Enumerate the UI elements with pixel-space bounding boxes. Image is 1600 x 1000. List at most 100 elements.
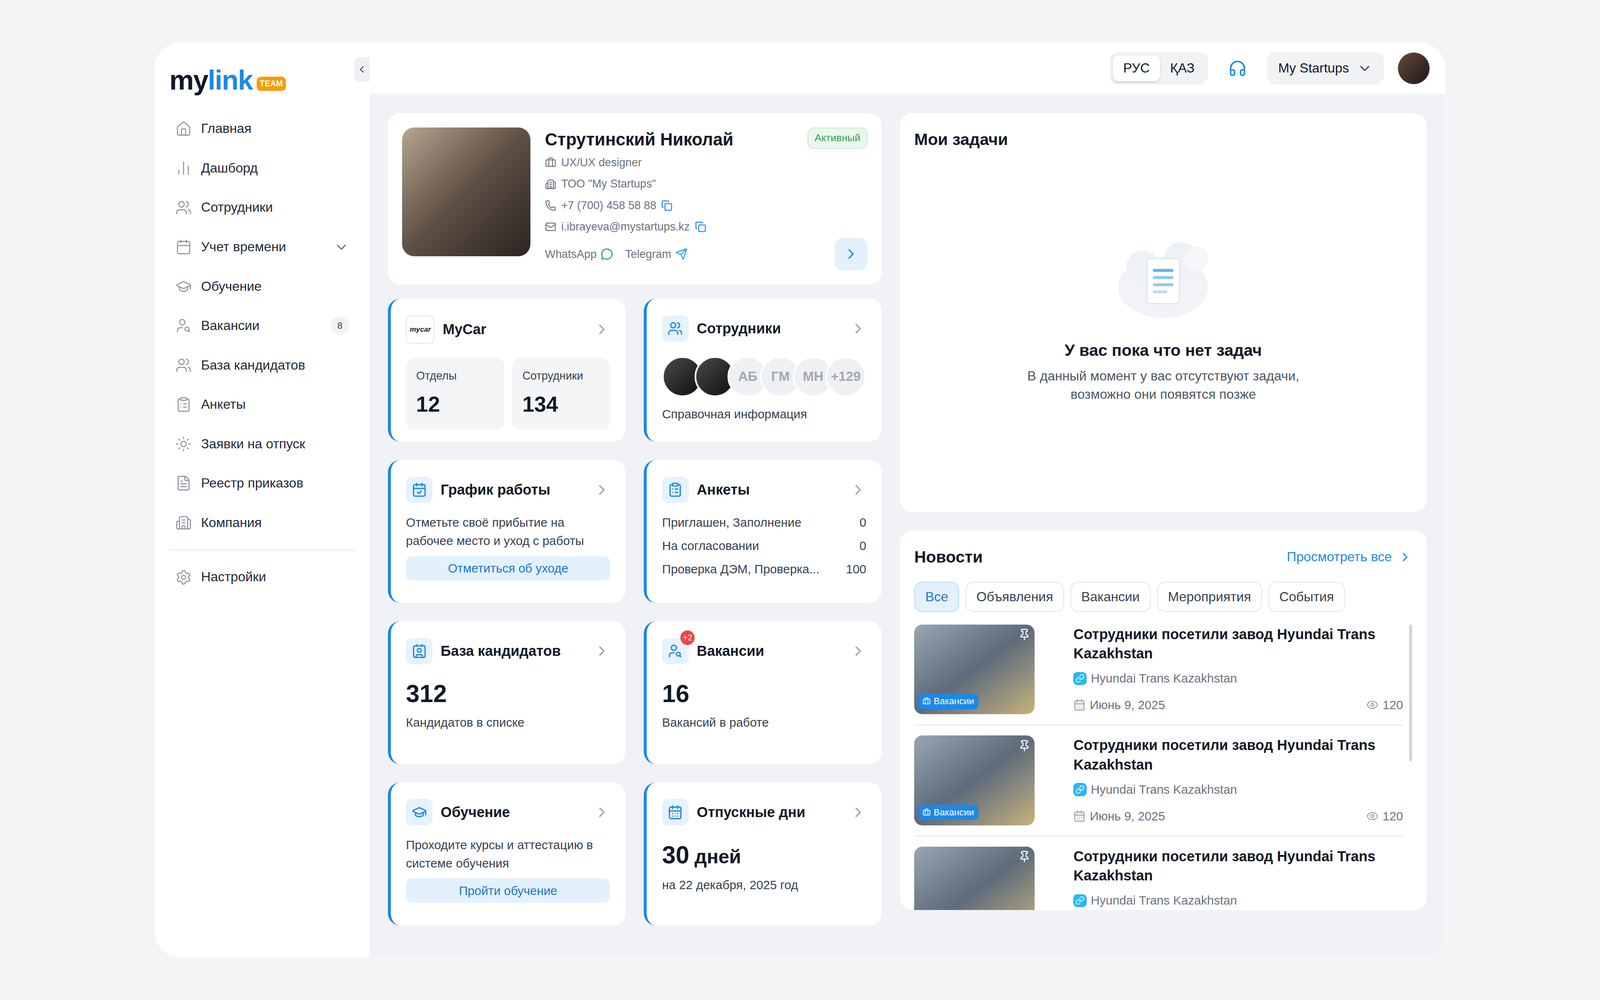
stat-box: Отделы12 [405, 357, 504, 430]
nav-icon [175, 396, 192, 413]
sidebar-divider [169, 549, 356, 551]
empty-title: У вас пока что нет задач [1064, 338, 1263, 363]
sidebar-item[interactable]: Обучение [163, 266, 362, 307]
phone-icon [545, 200, 557, 212]
card-caption: Вакансий в работе [662, 713, 867, 732]
sidebar-item[interactable]: Сотрудники [163, 187, 362, 228]
main-area: РУСҚАЗ My Startups Струтинский НиколайАкти… [369, 42, 1445, 958]
card-symbol-icon [667, 643, 683, 659]
filter-chip[interactable]: События [1268, 581, 1345, 613]
dashboard-card[interactable]: База кандидатов312Кандидатов в списке [387, 621, 626, 765]
news-item[interactable]: Сотрудники посетили завод Hyundai Trans … [914, 846, 1403, 911]
card-caption: на 22 декабря, 2025 год [662, 875, 867, 895]
filter-chip[interactable]: Все [914, 581, 960, 613]
filter-chip[interactable]: Мероприятия [1157, 581, 1263, 613]
news-panel: НовостиПросмотреть всеВсеОбъявленияВакан… [900, 530, 1427, 910]
sidebar-item[interactable]: Компания [163, 502, 362, 543]
sidebar-item[interactable]: Вакансии8 [163, 306, 362, 346]
view-all-link[interactable]: Просмотреть все [1286, 547, 1413, 568]
dashboard-card[interactable]: +2Вакансии16Вакансий в работе [643, 621, 882, 765]
headphones-icon[interactable] [1228, 59, 1247, 78]
chevron-right-icon[interactable] [850, 320, 867, 337]
card-header: График работы [405, 476, 610, 504]
nav-icon [175, 160, 192, 177]
briefcase-icon [545, 157, 557, 169]
nav-icon [175, 514, 192, 531]
news-source: Hyundai Trans Kazakhstan [1073, 891, 1403, 910]
sidebar-item[interactable]: Заявки на отпуск [163, 424, 362, 464]
card-symbol-icon [667, 804, 683, 820]
nav-icon [175, 475, 192, 492]
chevron-right-icon[interactable] [593, 804, 610, 821]
card-title: График работы [440, 479, 586, 501]
card-header: Сотрудники [662, 315, 867, 343]
nav-icon [175, 278, 192, 295]
chevron-right-icon[interactable] [593, 642, 610, 660]
company-dropdown[interactable]: My Startups [1267, 52, 1384, 85]
dashboard-card[interactable]: Отпускные дни30днейна 22 декабря, 2025 г… [643, 782, 882, 926]
profile-photo [402, 127, 531, 257]
news-title: Новости [914, 545, 983, 570]
card-icon [662, 476, 689, 504]
briefcase-icon [922, 808, 931, 817]
sidebar-item[interactable]: Учет времени [163, 227, 362, 268]
card-title: База кандидатов [440, 640, 586, 662]
news-date: Июнь 9, 2025 [1073, 695, 1165, 715]
profile-card: Струтинский НиколайАктивныйUX/UX designe… [387, 113, 882, 285]
cards-grid: mycarMyCarОтделы12Сотрудники134Сотрудник… [387, 298, 882, 926]
filter-chip[interactable]: Вакансии [1070, 581, 1151, 613]
logo: mylinkTEAM [155, 42, 370, 96]
dashboard-card[interactable]: График работы Отметьте своё прибытие на р… [387, 460, 626, 603]
sidebar-item[interactable]: Реестр приказов [163, 463, 362, 504]
collapse-button[interactable] [354, 57, 370, 82]
sidebar-item[interactable]: База кандидатов [163, 345, 362, 385]
card-value: 16 [662, 678, 867, 709]
page: mylinkTEAMГлавнаяДашбордСотрудникиУчет в… [0, 0, 1600, 1000]
chevron-right-icon[interactable] [850, 642, 867, 660]
profile-email: i.ibrayeva@mystartups.kz [545, 216, 868, 238]
chevron-right-icon[interactable] [850, 804, 867, 821]
news-image [914, 846, 1035, 911]
news-source: Hyundai Trans Kazakhstan [1073, 669, 1403, 688]
dashboard-card[interactable]: АнкетыПриглашен, Заполнение0На согласова… [643, 460, 882, 603]
messenger-link[interactable]: WhatsApp [545, 245, 613, 263]
scrollbar[interactable] [1409, 624, 1413, 911]
profile-open-button[interactable] [834, 237, 868, 271]
news-item-title: Сотрудники посетили завод Hyundai Trans … [1073, 846, 1403, 886]
chevron-right-icon[interactable] [850, 481, 867, 498]
copy-icon[interactable] [695, 221, 707, 233]
news-image: Вакансии [914, 624, 1035, 715]
dashboard-card[interactable]: ОбучениеПроходите курсы и аттестацию в с… [387, 782, 626, 926]
news-list: Вакансии Сотрудники посетили завод Hyunda… [914, 624, 1403, 911]
messenger-link[interactable]: Telegram [625, 245, 688, 263]
copy-icon[interactable] [661, 200, 673, 212]
chevron-down-icon [1357, 60, 1373, 77]
pin-icon [1018, 628, 1031, 641]
card-button[interactable]: Пройти обучение [405, 878, 610, 903]
card-button[interactable]: Отметиться об уходе [405, 556, 610, 581]
dashboard-card[interactable]: СотрудникиАБГММН+129Справочная информаци… [643, 298, 882, 442]
chevron-right-icon[interactable] [593, 481, 610, 498]
sidebar-item[interactable]: Настройки [163, 557, 362, 597]
dashboard-card[interactable]: mycarMyCarОтделы12Сотрудники134 [387, 298, 626, 442]
profile-company: ТОО "My Startups" [545, 173, 868, 195]
language-option[interactable]: ҚАЗ [1160, 55, 1205, 82]
sidebar-item[interactable]: Главная [163, 109, 362, 149]
news-item[interactable]: ВакансииСотрудники посетили завод Hyunda… [914, 735, 1403, 837]
whatsapp-icon [600, 247, 613, 260]
sidebar-item[interactable]: Дашборд [163, 148, 362, 189]
news-item[interactable]: Вакансии Сотрудники посетили завод Hyunda… [914, 624, 1403, 726]
list-row: Приглашен, Заполнение0 [662, 513, 867, 532]
eye-icon [1366, 698, 1379, 711]
news-item-title: Сотрудники посетили завод Hyundai Trans … [1073, 624, 1403, 664]
pin-icon [1018, 850, 1031, 863]
chevron-right-icon[interactable] [593, 321, 610, 338]
briefcase-icon [922, 697, 931, 706]
sidebar-item[interactable]: Анкеты [163, 385, 362, 425]
news-views: 120 [1366, 695, 1403, 715]
user-avatar[interactable] [1397, 52, 1430, 85]
card-text: Отметьте своё прибытие на рабочее место … [405, 513, 610, 550]
card-caption: Кандидатов в списке [405, 713, 610, 732]
filter-chip[interactable]: Объявления [965, 581, 1065, 613]
language-option[interactable]: РУС [1112, 55, 1160, 82]
